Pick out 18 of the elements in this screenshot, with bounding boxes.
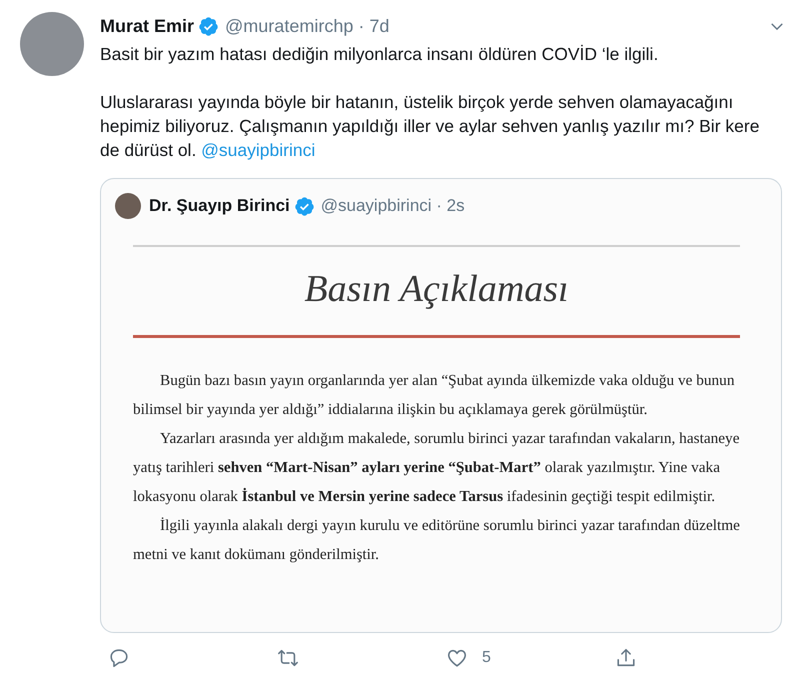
heart-icon[interactable] [446, 647, 468, 669]
author-name[interactable]: Murat Emir [100, 16, 194, 36]
document-paragraph: Yazarları arasında yer aldığım makalede, sorumlu birinci yazar tarafından vakaların, hastaneye yatış tarihleri sehven “Mart-Nisan” ayları yerine “Şubat-Mart” olarak yazılmıştır. Yine vaka lokasyonu olarak İstanbul ve Mersin yerine sadece Tarsus ifadesinin geçtiği tespit edilmiştir. [133, 429, 740, 507]
reply-icon[interactable] [108, 647, 130, 669]
handle-and-time: @suayipbirinci · 2s [320, 196, 465, 216]
quoted-tweet-card[interactable] [100, 178, 782, 633]
like-count: 5 [482, 649, 491, 667]
tweet-text: Basit bir yazım hatası dediğin milyonlarca insanı öldüren COVİD ‘le ilgili. [100, 43, 660, 66]
handle-and-time: @muratemirchp · 7d [225, 16, 390, 36]
retweet-icon[interactable] [277, 647, 299, 669]
document-paragraph: Bugün bazı basın yayın organlarında yer alan “Şubat ayında ülkemizde vaka olduğu ve bunun bilimsel bir yayında yer aldığı” iddialarına ilişkin bu açıklamaya gerek görülmüştür. [133, 371, 736, 420]
avatar-placeholder [115, 193, 141, 219]
tweet-text: Uluslararası yayında böyle bir hatanın, üstelik birçok yerde sehven olamayacağını hepimiz biliyoruz. Çalışmanın yapıldığı iller ve aylar sehven yanlış yazılır mı? Bir kere de dürüst ol. @suayipbirinci [100, 91, 760, 162]
share-icon[interactable] [615, 647, 637, 669]
document-title: Basın Açıklaması [303, 267, 570, 312]
caret-icon[interactable] [770, 22, 784, 30]
author-name: Dr. Şuayıp Birinci [149, 196, 290, 216]
document-paragraph: İlgili yayınla alakalı dergi yayın kurulu ve editörüne sorumlu birinci yazar tarafından düzeltme metni ve kanıt dokümanı gönderilmiştir. [133, 516, 741, 565]
